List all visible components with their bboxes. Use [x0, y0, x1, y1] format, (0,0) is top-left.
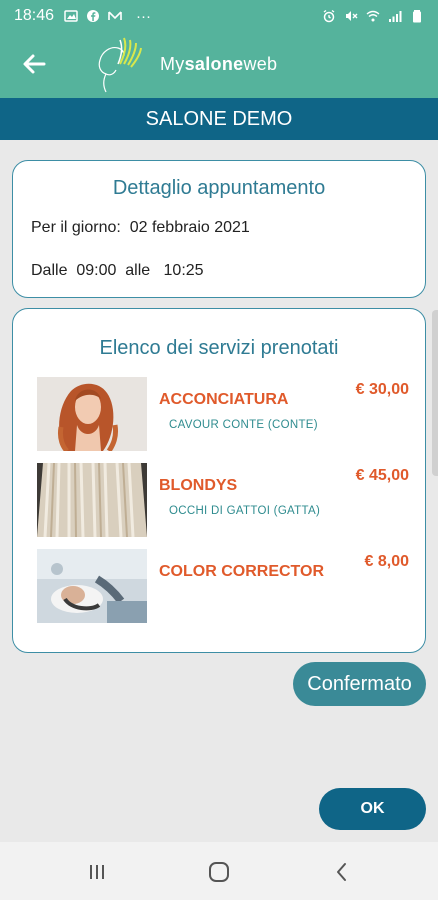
- service-image-blonde-hair: [37, 463, 147, 537]
- service-name: COLOR CORRECTOR: [159, 563, 325, 580]
- appointment-detail-title: Dettaglio appuntamento: [112, 177, 326, 199]
- system-navigation-bar: [0, 842, 438, 900]
- service-image-redhead: [37, 377, 147, 451]
- back-arrow-icon[interactable]: [18, 48, 50, 80]
- gallery-icon: [64, 10, 78, 22]
- service-item[interactable]: ACCONCIATURA CAVOUR CONTE (CONTE) € 30,0…: [37, 377, 409, 451]
- alarm-icon: [323, 9, 335, 23]
- recent-apps-icon[interactable]: [85, 860, 109, 884]
- status-time: 18:46: [14, 7, 55, 24]
- service-staff: CAVOUR CONTE (CONTE): [169, 419, 318, 431]
- back-icon[interactable]: [330, 860, 354, 884]
- service-price: € 30,00: [355, 381, 409, 398]
- service-name: BLONDYS: [159, 477, 238, 494]
- signal-icon: [389, 11, 402, 22]
- page-title: SALONE DEMO: [0, 98, 438, 140]
- mute-icon: [346, 11, 358, 21]
- service-price: € 45,00: [355, 467, 409, 484]
- service-name: ACCONCIATURA: [159, 391, 289, 408]
- facebook-icon: [87, 10, 100, 22]
- home-icon[interactable]: [207, 860, 231, 884]
- service-item[interactable]: BLONDYS OCCHI DI GATTOI (GATTA) € 45,00: [37, 463, 409, 537]
- status-bar: 18:46 ···: [0, 0, 438, 32]
- booked-services-card: Elenco dei servizi prenotati ACCONCIATUR…: [12, 308, 426, 653]
- wifi-icon: [366, 10, 380, 22]
- more-notifications-dots: ···: [136, 7, 152, 25]
- appointment-time: Dalle 09:00 alle 10:25: [31, 262, 204, 279]
- confirmed-status-button[interactable]: Confermato: [293, 662, 426, 706]
- edge-panel-handle[interactable]: [432, 310, 438, 476]
- service-staff: OCCHI DI GATTOI (GATTA): [169, 505, 321, 517]
- service-item[interactable]: COLOR CORRECTOR € 8,00: [37, 549, 409, 623]
- battery-icon: [413, 10, 421, 23]
- logo-woman-silhouette-icon: [98, 37, 142, 93]
- appointment-date: Per il giorno: 02 febbraio 2021: [31, 219, 250, 236]
- service-image-hair-wash: [37, 549, 147, 623]
- app-header: Mysaloneweb: [0, 32, 438, 98]
- booked-services-title: Elenco dei servizi prenotati: [99, 337, 339, 359]
- mail-icon: [108, 11, 122, 20]
- service-price: € 8,00: [364, 553, 409, 570]
- app-logo-text: Mysaloneweb: [160, 54, 278, 74]
- appointment-detail-card: Dettaglio appuntamento Per il giorno: 02…: [12, 160, 426, 298]
- ok-button[interactable]: OK: [319, 788, 426, 830]
